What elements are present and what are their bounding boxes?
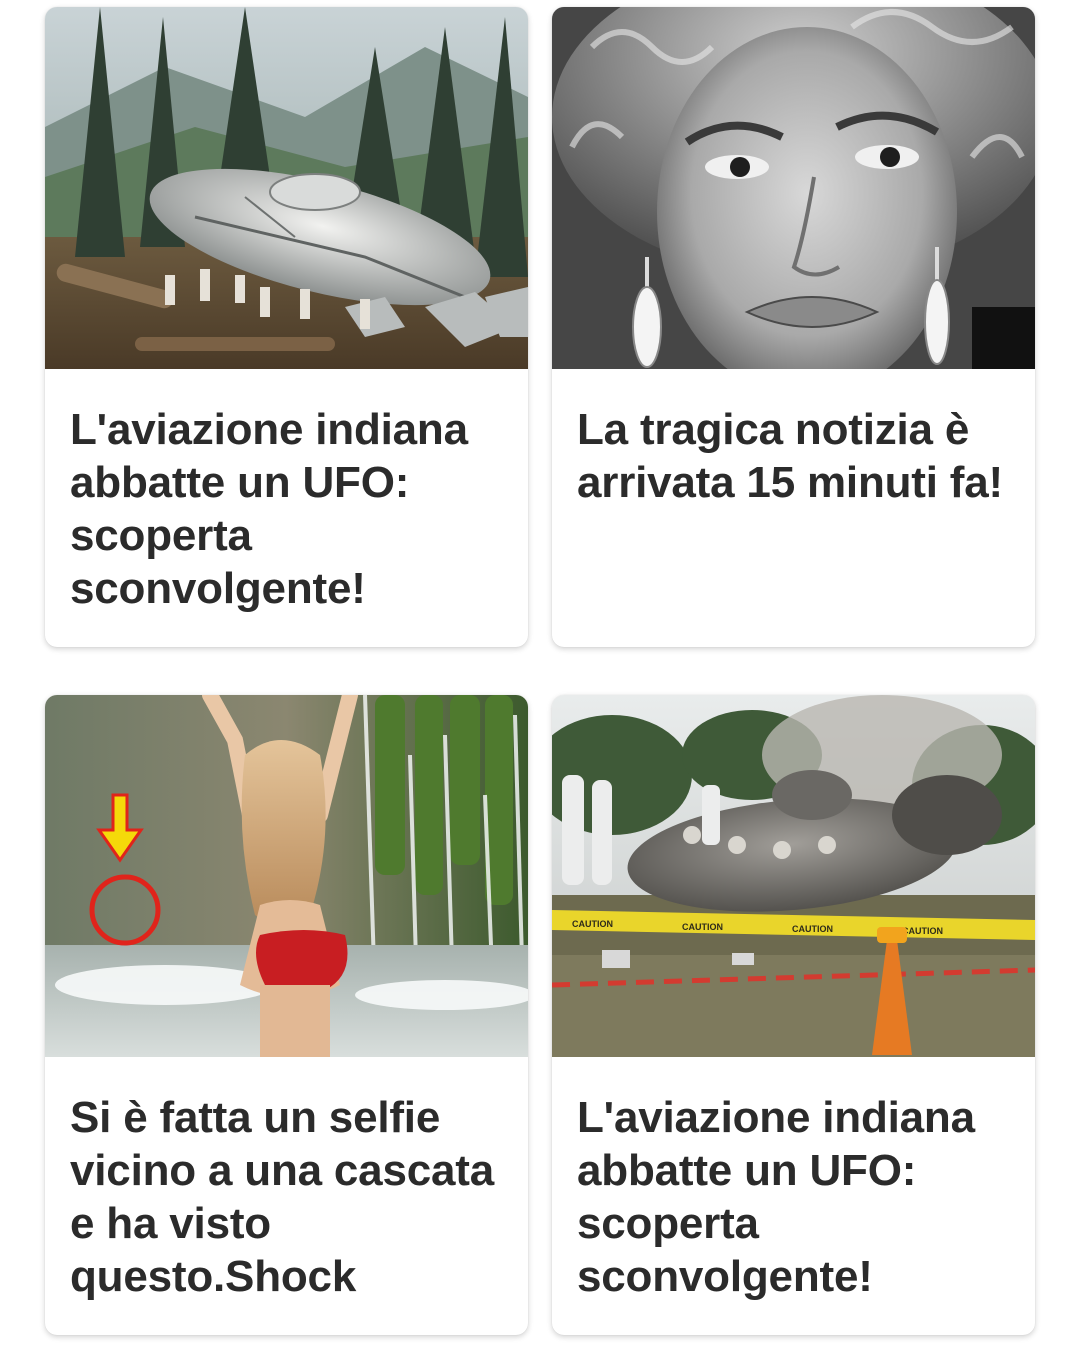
content-recommendation-grid: L'aviazione indiana abbatte un UFO: scop… xyxy=(0,0,1080,1351)
svg-text:CAUTION: CAUTION xyxy=(682,922,723,932)
svg-text:CAUTION: CAUTION xyxy=(792,924,833,934)
article-thumbnail-ufo-forest[interactable] xyxy=(45,7,528,369)
svg-text:CAUTION: CAUTION xyxy=(572,919,613,929)
waterfall-selfie-image xyxy=(45,695,528,1057)
svg-text:CAUTION: CAUTION xyxy=(902,926,943,936)
article-card[interactable]: La tragica notizia è arrivata 15 minuti … xyxy=(552,7,1035,647)
crashed-ufo-forest-image xyxy=(45,7,528,369)
ufo-crash-site-caution-tape-image: CAUTION CAUTION CAUTION CAUTION xyxy=(552,695,1035,1057)
article-card[interactable]: L'aviazione indiana abbatte un UFO: scop… xyxy=(45,7,528,647)
article-headline[interactable]: L'aviazione indiana abbatte un UFO: scop… xyxy=(45,369,528,615)
article-headline[interactable]: L'aviazione indiana abbatte un UFO: scop… xyxy=(552,1057,1035,1303)
article-headline[interactable]: Si è fatta un selfie vicino a una cascat… xyxy=(45,1057,528,1303)
article-card[interactable]: CAUTION CAUTION CAUTION CAUTION L'aviazi… xyxy=(552,695,1035,1335)
article-thumbnail-portrait[interactable] xyxy=(552,7,1035,369)
woman-portrait-bw-image xyxy=(552,7,1035,369)
article-headline[interactable]: La tragica notizia è arrivata 15 minuti … xyxy=(552,369,1035,509)
article-card[interactable]: Si è fatta un selfie vicino a una cascat… xyxy=(45,695,528,1335)
article-thumbnail-waterfall[interactable] xyxy=(45,695,528,1057)
article-thumbnail-ufo-crash-site[interactable]: CAUTION CAUTION CAUTION CAUTION xyxy=(552,695,1035,1057)
